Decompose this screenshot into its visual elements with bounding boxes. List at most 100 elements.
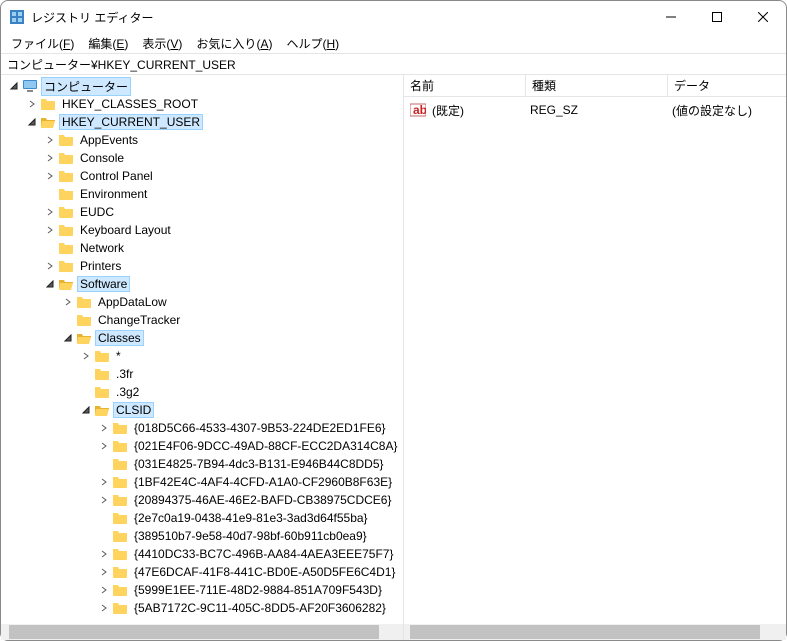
column-header-data[interactable]: データ [668, 75, 786, 96]
menu-help[interactable]: ヘルプ(H) [280, 33, 345, 54]
folder-icon [112, 547, 128, 561]
computer-icon [22, 79, 38, 93]
expand-icon[interactable] [79, 349, 93, 363]
tree-node[interactable]: {2e7c0a19-0438-41e9-81e3-3ad3d64f55ba} [3, 509, 403, 527]
tree-node-computer[interactable]: コンピューター [3, 77, 403, 95]
tree-node[interactable]: .3fr [3, 365, 403, 383]
tree-label: Keyboard Layout [77, 222, 174, 238]
list-pane: 名前 種類 データ ab (既定) REG_SZ (値の設定なし) [404, 75, 786, 640]
tree-node[interactable]: {1BF42E4C-4AF4-4CFD-A1A0-CF2960B8F63E} [3, 473, 403, 491]
menu-favorites[interactable]: お気に入り(A) [190, 33, 278, 54]
list-row[interactable]: ab (既定) REG_SZ (値の設定なし) [404, 101, 786, 119]
tree-node[interactable]: AppEvents [3, 131, 403, 149]
expand-icon[interactable] [43, 205, 57, 219]
menu-edit[interactable]: 編集(E) [82, 33, 134, 54]
tree-view[interactable]: コンピューター HKEY_CLASSES_ROOT HKEY_CURRENT_U… [1, 75, 403, 624]
list-horizontal-scrollbar[interactable] [404, 624, 786, 640]
folder-icon [76, 295, 92, 309]
expand-icon[interactable] [43, 277, 57, 291]
tree-horizontal-scrollbar[interactable] [1, 624, 403, 640]
address-bar[interactable]: コンピューター¥HKEY_CURRENT_USER [1, 53, 786, 75]
tree-node-clsid[interactable]: CLSID [3, 401, 403, 419]
folder-icon [94, 385, 110, 399]
folder-icon [76, 313, 92, 327]
folder-icon [58, 151, 74, 165]
tree-node[interactable]: {20894375-46AE-46E2-BAFD-CB38975CDCE6} [3, 491, 403, 509]
tree-node[interactable]: {4410DC33-BC7C-496B-AA84-4AEA3EEE75F7} [3, 545, 403, 563]
folder-icon [58, 241, 74, 255]
tree-node[interactable]: {5999E1EE-711E-48D2-9884-851A709F543D} [3, 581, 403, 599]
tree-label: {5999E1EE-711E-48D2-9884-851A709F543D} [131, 582, 385, 598]
title-bar: レジストリ エディター [1, 1, 786, 33]
tree-label: * [113, 348, 124, 364]
expand-icon[interactable] [97, 421, 111, 435]
list-body[interactable]: ab (既定) REG_SZ (値の設定なし) [404, 97, 786, 624]
column-header-type[interactable]: 種類 [526, 75, 668, 96]
tree-node[interactable]: Environment [3, 185, 403, 203]
tree-node-software[interactable]: Software [3, 275, 403, 293]
folder-icon [94, 349, 110, 363]
expand-icon[interactable] [43, 169, 57, 183]
folder-icon [58, 133, 74, 147]
folder-open-icon [76, 331, 92, 345]
tree-node[interactable]: {021E4F06-9DCC-49AD-88CF-ECC2DA314C8A} [3, 437, 403, 455]
tree-node[interactable]: EUDC [3, 203, 403, 221]
expand-icon[interactable] [97, 601, 111, 615]
tree-label: {47E6DCAF-41F8-441C-BD0E-A50D5FE6C4D1} [131, 564, 398, 580]
tree-label: Software [77, 276, 130, 292]
expand-icon[interactable] [25, 115, 39, 129]
minimize-button[interactable] [648, 1, 694, 33]
menu-file[interactable]: ファイル(F) [5, 33, 80, 54]
expand-icon[interactable] [97, 493, 111, 507]
tree-node[interactable]: * [3, 347, 403, 365]
tree-node[interactable]: {389510b7-9e58-40d7-98bf-60b911cb0ea9} [3, 527, 403, 545]
tree-node[interactable]: Control Panel [3, 167, 403, 185]
tree-node[interactable]: Network [3, 239, 403, 257]
tree-label: .3g2 [113, 384, 142, 400]
expand-icon[interactable] [43, 133, 57, 147]
tree-node[interactable]: {031E4825-7B94-4dc3-B131-E946B44C8DD5} [3, 455, 403, 473]
expand-icon[interactable] [43, 151, 57, 165]
tree-label: AppDataLow [95, 294, 170, 310]
tree-label: Environment [77, 186, 150, 202]
tree-label: {1BF42E4C-4AF4-4CFD-A1A0-CF2960B8F63E} [131, 474, 395, 490]
expand-icon[interactable] [7, 79, 21, 93]
close-button[interactable] [740, 1, 786, 33]
tree-node[interactable]: AppDataLow [3, 293, 403, 311]
tree-node-classes[interactable]: Classes [3, 329, 403, 347]
folder-icon [112, 475, 128, 489]
tree-node[interactable]: {5AB7172C-9C11-405C-8DD5-AF20F3606282} [3, 599, 403, 617]
tree-node-hkcr[interactable]: HKEY_CLASSES_ROOT [3, 95, 403, 113]
tree-node[interactable]: Console [3, 149, 403, 167]
maximize-button[interactable] [694, 1, 740, 33]
expand-icon[interactable] [25, 97, 39, 111]
tree-label: {20894375-46AE-46E2-BAFD-CB38975CDCE6} [131, 492, 395, 508]
expand-icon[interactable] [61, 331, 75, 345]
expand-icon[interactable] [97, 475, 111, 489]
expand-icon[interactable] [43, 259, 57, 273]
expand-icon[interactable] [97, 547, 111, 561]
folder-icon [112, 457, 128, 471]
expand-icon[interactable] [97, 565, 111, 579]
tree-node[interactable]: ChangeTracker [3, 311, 403, 329]
tree-label: .3fr [113, 366, 136, 382]
expand-icon[interactable] [43, 223, 57, 237]
tree-node-hkcu[interactable]: HKEY_CURRENT_USER [3, 113, 403, 131]
tree-node[interactable]: {018D5C66-4533-4307-9B53-224DE2ED1FE6} [3, 419, 403, 437]
expand-icon[interactable] [79, 403, 93, 417]
tree-label: Classes [95, 330, 144, 346]
tree-node[interactable]: Keyboard Layout [3, 221, 403, 239]
folder-icon [112, 601, 128, 615]
tree-pane: コンピューター HKEY_CLASSES_ROOT HKEY_CURRENT_U… [1, 75, 404, 640]
tree-label: Console [77, 150, 127, 166]
folder-icon [112, 529, 128, 543]
tree-node[interactable]: Printers [3, 257, 403, 275]
tree-node[interactable]: {47E6DCAF-41F8-441C-BD0E-A50D5FE6C4D1} [3, 563, 403, 581]
expand-icon[interactable] [97, 439, 111, 453]
expand-icon[interactable] [61, 295, 75, 309]
column-header-name[interactable]: 名前 [404, 75, 526, 96]
tree-node[interactable]: .3g2 [3, 383, 403, 401]
expand-icon[interactable] [97, 583, 111, 597]
window-controls [648, 1, 786, 33]
menu-view[interactable]: 表示(V) [136, 33, 188, 54]
